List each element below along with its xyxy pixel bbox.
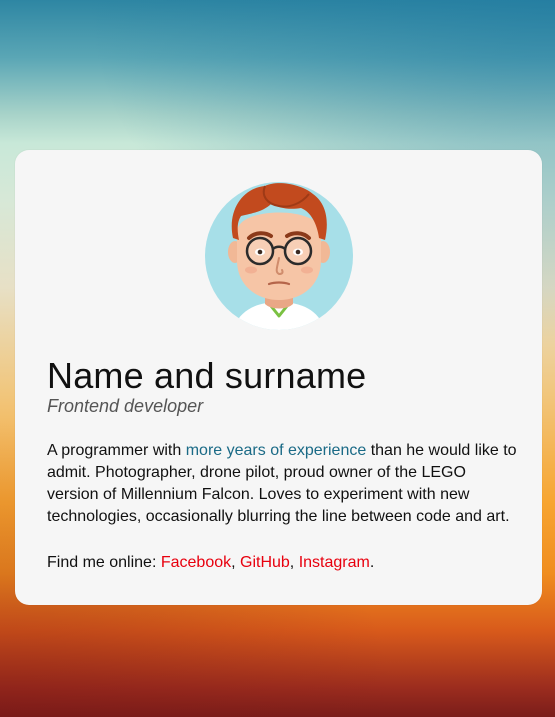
- instagram-link[interactable]: Instagram: [299, 554, 370, 571]
- social-links: Find me online: Facebook, GitHub, Instag…: [47, 552, 374, 574]
- social-suffix: .: [369, 554, 375, 571]
- avatar-illustration: [205, 182, 353, 330]
- social-separator: ,: [289, 554, 299, 571]
- profile-role: Frontend developer: [47, 396, 204, 416]
- experience-link[interactable]: more years of experience: [186, 442, 367, 459]
- profile-bio: A programmer with more years of experien…: [47, 440, 517, 528]
- profile-name: Name and surname: [47, 355, 367, 396]
- facebook-link[interactable]: Facebook: [161, 554, 231, 571]
- profile-card: Name and surname Frontend developer A pr…: [15, 150, 542, 605]
- social-separator: ,: [231, 554, 240, 571]
- bio-text-1: A programmer with: [47, 442, 186, 459]
- github-link[interactable]: GitHub: [240, 554, 290, 571]
- social-prefix: Find me online:: [47, 554, 161, 571]
- avatar: [205, 182, 353, 330]
